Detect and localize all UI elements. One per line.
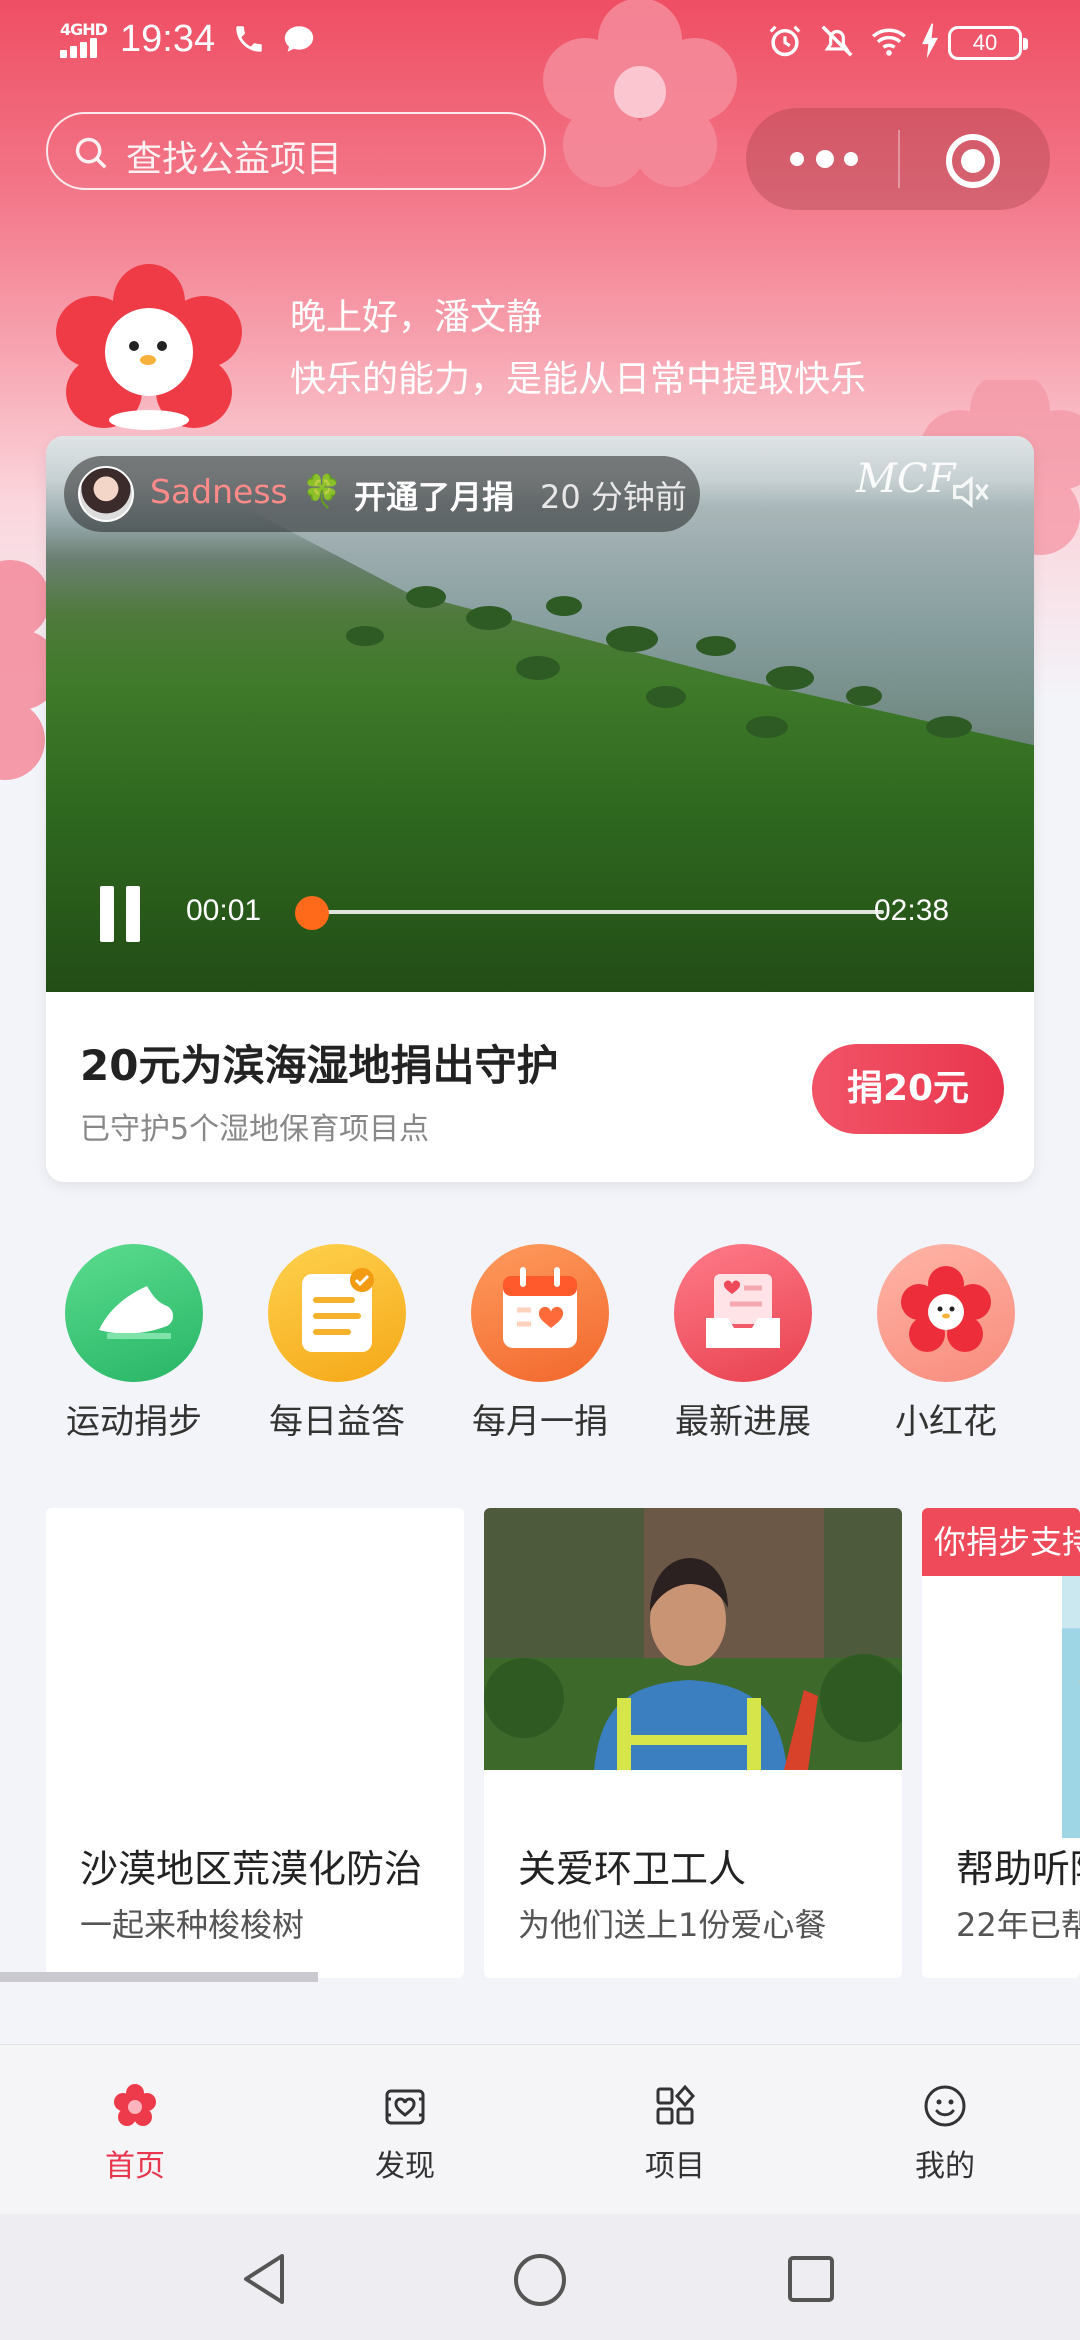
bottom-navigation: 首页 发现 项目 我的 bbox=[0, 2044, 1080, 2214]
project-card-title: 沙漠地区荒漠化防治 bbox=[80, 1847, 423, 1891]
donation-activity-pill: Sadness 🍀 开通了月捐 20 分钟前 bbox=[64, 456, 700, 532]
project-card-title: 关爱环卫工人 bbox=[518, 1847, 747, 1891]
mascot-flower-icon bbox=[56, 264, 242, 430]
clover-emoji: 🍀 bbox=[302, 472, 342, 510]
greeting-quote: 快乐的能力，是能从日常中提取快乐 bbox=[290, 359, 867, 400]
project-card[interactable]: 沙漠地区荒漠化防治 一起来种梭梭树 bbox=[46, 1508, 464, 1978]
home-icon[interactable] bbox=[512, 2252, 568, 2308]
tab-home[interactable]: 首页 bbox=[0, 2045, 270, 2215]
mute-icon[interactable] bbox=[948, 472, 994, 512]
tab-projects[interactable]: 项目 bbox=[540, 2045, 810, 2215]
donor-name: Sadness bbox=[150, 472, 288, 511]
donor-action: 开通了月捐 bbox=[354, 478, 515, 516]
red-flower-icon bbox=[877, 1244, 1015, 1382]
status-bar: 4GHD 19:34 40 bbox=[0, 0, 1080, 84]
discover-icon bbox=[385, 2089, 425, 2125]
project-video[interactable]: Sadness 🍀 开通了月捐 20 分钟前 MCF 00:01 02:38 bbox=[46, 436, 1034, 992]
project-image bbox=[46, 1508, 464, 1770]
project-card-subtitle: 22年已帮 bbox=[956, 1906, 1080, 1944]
projects-grid-icon bbox=[656, 2084, 696, 2125]
quick-action-redflower[interactable]: 小红花 bbox=[876, 1244, 1016, 1443]
project-card[interactable]: 你捐步支持 帮助听障 22年已帮 bbox=[922, 1508, 1080, 1978]
avatar bbox=[78, 466, 134, 522]
charging-icon bbox=[922, 23, 938, 59]
calendar-heart-icon bbox=[471, 1244, 609, 1382]
mute-bell-icon bbox=[821, 25, 853, 57]
quick-action-steps[interactable]: 运动捐步 bbox=[64, 1244, 204, 1443]
tab-label: 首页 bbox=[105, 2149, 165, 2184]
network-type: 4GHD bbox=[60, 20, 108, 39]
quick-action-monthly[interactable]: 每月一捐 bbox=[470, 1244, 610, 1443]
featured-project-card[interactable]: Sadness 🍀 开通了月捐 20 分钟前 MCF 00:01 02:38 2… bbox=[46, 436, 1034, 1182]
close-miniprogram-button[interactable] bbox=[946, 134, 1000, 188]
quick-action-label: 每日益答 bbox=[269, 1402, 405, 1442]
project-subtitle: 已守护5个湿地保育项目点 bbox=[80, 1112, 430, 1147]
quick-action-label: 最新进展 bbox=[675, 1402, 811, 1442]
project-image bbox=[484, 1508, 902, 1770]
quick-action-quiz[interactable]: 每日益答 bbox=[267, 1244, 407, 1443]
phone-call-icon bbox=[236, 26, 262, 52]
search-icon bbox=[75, 137, 107, 169]
quick-action-label: 每月一捐 bbox=[472, 1402, 608, 1442]
clock: 19:34 bbox=[120, 18, 216, 60]
quiz-icon bbox=[268, 1244, 406, 1382]
tab-discover[interactable]: 发现 bbox=[270, 2045, 540, 2215]
wifi-icon bbox=[872, 28, 906, 56]
project-card-title: 帮助听障 bbox=[956, 1847, 1080, 1891]
tab-label: 发现 bbox=[375, 2149, 435, 2184]
recents-icon[interactable] bbox=[786, 2254, 836, 2304]
inbox-heart-icon bbox=[674, 1244, 812, 1382]
quick-action-label: 运动捐步 bbox=[66, 1402, 202, 1442]
project-card-subtitle: 一起来种梭梭树 bbox=[80, 1906, 305, 1944]
video-duration: 02:38 bbox=[874, 894, 950, 927]
project-title: 20元为滨海湿地捐出守护 bbox=[80, 1041, 559, 1090]
message-icon bbox=[284, 26, 314, 52]
pause-button[interactable] bbox=[100, 886, 144, 942]
current-time: 00:01 bbox=[186, 894, 262, 927]
alarm-icon bbox=[769, 25, 801, 57]
mcf-logo: MCF bbox=[856, 456, 956, 502]
step-support-badge: 你捐步支持 bbox=[922, 1508, 1080, 1576]
quick-action-label: 小红花 bbox=[895, 1402, 997, 1442]
flower-home-icon bbox=[114, 2084, 156, 2126]
mini-program-capsule bbox=[746, 108, 1050, 210]
shoe-icon bbox=[65, 1244, 203, 1382]
battery-indicator: 40 bbox=[948, 26, 1028, 60]
search-placeholder: 查找公益项目 bbox=[126, 139, 343, 180]
project-card[interactable]: 关爱环卫工人 为他们送上1份爱心餐 bbox=[484, 1508, 902, 1978]
signal-icon bbox=[60, 38, 108, 58]
tab-label: 我的 bbox=[915, 2149, 975, 2184]
back-icon[interactable] bbox=[240, 2252, 290, 2306]
smiley-profile-icon bbox=[924, 2085, 966, 2127]
video-progress-knob[interactable] bbox=[294, 896, 329, 930]
project-card-subtitle: 为他们送上1份爱心餐 bbox=[518, 1906, 827, 1944]
project-image bbox=[1062, 1576, 1080, 1838]
more-options-button[interactable] bbox=[790, 146, 860, 172]
activity-time: 20 分钟前 bbox=[540, 478, 687, 516]
system-navigation-bar bbox=[0, 2214, 1080, 2340]
video-progress-track[interactable] bbox=[308, 910, 884, 914]
tab-profile[interactable]: 我的 bbox=[810, 2045, 1080, 2215]
search-input[interactable]: 查找公益项目 bbox=[46, 112, 546, 190]
horizontal-scrollbar[interactable] bbox=[0, 1972, 318, 1982]
tab-label: 项目 bbox=[645, 2149, 705, 2184]
greeting-line: 晚上好，潘文静 bbox=[290, 297, 543, 338]
quick-action-progress[interactable]: 最新进展 bbox=[673, 1244, 813, 1443]
donate-button[interactable]: 捐20元 bbox=[812, 1044, 1004, 1134]
